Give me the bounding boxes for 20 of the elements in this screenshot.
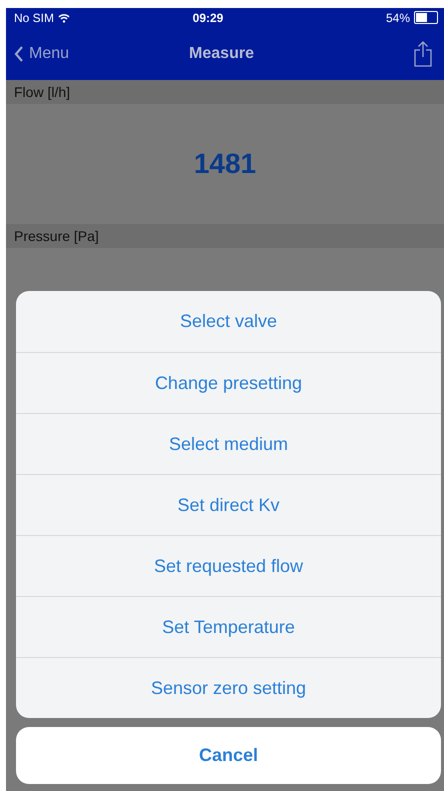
section-header: Flow [l/h] (6, 80, 444, 104)
clock: 09:29 (192, 10, 224, 24)
carrier-label: No SIM (14, 10, 54, 24)
sheet-action[interactable]: Change presetting (16, 352, 441, 413)
back-button[interactable]: Menu (14, 44, 70, 62)
sheet-action[interactable]: Select medium (16, 413, 441, 474)
sheet-action[interactable]: Select valve (16, 291, 441, 352)
sheet-action[interactable]: Set requested flow (16, 535, 441, 596)
cancel-button[interactable]: Cancel (16, 727, 441, 784)
flow-reading: 1481 (194, 148, 256, 180)
wifi-icon (58, 12, 70, 22)
share-icon[interactable] (414, 40, 432, 66)
battery-icon (414, 11, 438, 24)
battery-percent: 54% (386, 10, 410, 24)
section-header: Pressure [Pa] (6, 224, 444, 248)
sheet-action[interactable]: Set direct Kv (16, 474, 441, 535)
sheet-action[interactable]: Sensor zero setting (16, 657, 441, 718)
chevron-icon (14, 46, 24, 62)
screen-title: Measure (188, 44, 255, 62)
sheet-action[interactable]: Set Temperature (16, 596, 441, 657)
